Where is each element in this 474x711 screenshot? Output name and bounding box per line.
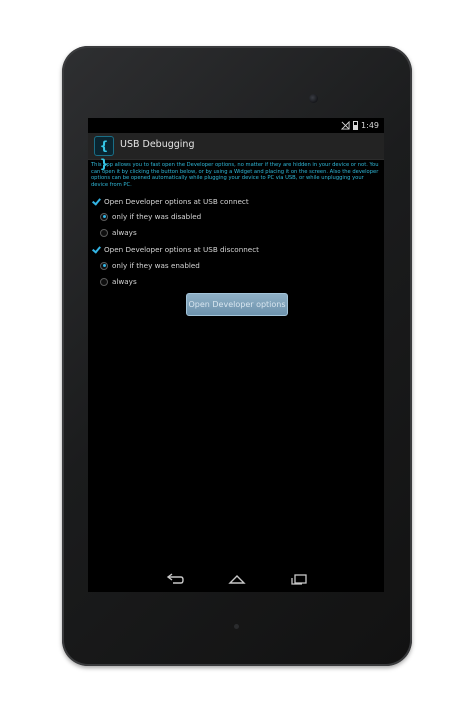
- radio-disconnect-always[interactable]: always: [100, 277, 137, 286]
- radio-selected-icon[interactable]: [100, 261, 108, 270]
- open-developer-options-button[interactable]: Open Developer options: [186, 293, 288, 316]
- back-icon[interactable]: [165, 572, 185, 586]
- home-icon[interactable]: [227, 572, 247, 586]
- status-icons: 1:49: [341, 120, 379, 131]
- radio-label: always: [112, 228, 137, 237]
- device-screen: 1:49 { } USB Debugging This app allows y…: [88, 118, 384, 592]
- radio-disconnect-only-enabled[interactable]: only if they was enabled: [100, 261, 200, 270]
- radio-label: always: [112, 277, 137, 286]
- navigation-bar: [88, 568, 384, 592]
- recent-apps-icon[interactable]: [289, 572, 309, 586]
- radio-connect-always[interactable]: always: [100, 228, 137, 237]
- radio-label: only if they was disabled: [112, 212, 202, 221]
- curly-braces-icon[interactable]: { }: [94, 136, 114, 171]
- radio-label: only if they was enabled: [112, 261, 200, 270]
- checkmark-icon[interactable]: [92, 246, 100, 254]
- app-title: USB Debugging: [120, 139, 195, 150]
- checkbox-label: Open Developer options at USB disconnect: [104, 245, 259, 254]
- microphone: [234, 624, 239, 629]
- checkmark-icon[interactable]: [92, 198, 100, 206]
- checkbox-label: Open Developer options at USB connect: [104, 197, 249, 206]
- radio-connect-only-disabled[interactable]: only if they was disabled: [100, 212, 201, 221]
- radio-unselected-icon[interactable]: [100, 228, 108, 237]
- front-camera: [309, 94, 318, 103]
- checkbox-usb-connect[interactable]: Open Developer options at USB connect: [92, 197, 249, 206]
- action-bar: { } USB Debugging: [88, 133, 384, 171]
- radio-selected-icon[interactable]: [100, 212, 108, 221]
- battery-icon: [353, 121, 359, 130]
- status-time: 1:49: [361, 121, 379, 130]
- radio-unselected-icon[interactable]: [100, 277, 108, 286]
- checkbox-usb-disconnect[interactable]: Open Developer options at USB disconnect: [92, 245, 259, 254]
- status-bar: 1:49: [88, 118, 384, 133]
- description-text: This app allows you to fast open the Dev…: [91, 162, 379, 188]
- signal-icon: [341, 121, 350, 130]
